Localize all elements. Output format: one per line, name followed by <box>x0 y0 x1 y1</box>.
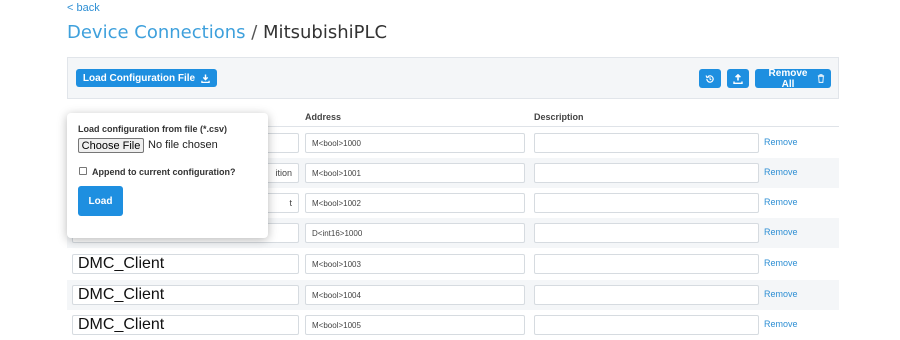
description-field[interactable] <box>534 163 759 183</box>
table-row: DMC_Client M<bool>1003 Remove <box>67 249 839 279</box>
load-configuration-popover: Load configuration from file (*.csv) Cho… <box>67 113 268 238</box>
address-field[interactable]: M<bool>1000 <box>305 133 525 153</box>
remove-row-link[interactable]: Remove <box>764 227 798 237</box>
description-field[interactable] <box>534 285 759 305</box>
download-icon <box>201 73 210 83</box>
remove-row-link[interactable]: Remove <box>764 319 798 329</box>
name-field[interactable]: DMC_Client <box>72 254 299 274</box>
append-checkbox[interactable] <box>79 167 87 175</box>
toolbar: Load Configuration File Remove All <box>67 57 839 99</box>
load-configuration-label: Load Configuration File <box>82 72 196 84</box>
description-field[interactable] <box>534 254 759 274</box>
choose-file-button[interactable]: Choose File <box>78 138 144 153</box>
description-field[interactable] <box>534 315 759 335</box>
remove-all-label: Remove All <box>768 67 808 90</box>
history-button[interactable] <box>699 69 721 88</box>
load-button[interactable]: Load <box>78 186 123 216</box>
address-field[interactable]: M<bool>1003 <box>305 254 525 274</box>
description-field[interactable] <box>534 223 759 243</box>
upload-icon <box>733 73 743 84</box>
append-checkbox-label[interactable]: Append to current configuration? <box>92 167 236 177</box>
column-header-description: Description <box>534 112 584 122</box>
load-configuration-button[interactable]: Load Configuration File <box>76 69 217 87</box>
remove-row-link[interactable]: Remove <box>764 289 798 299</box>
address-field[interactable]: M<bool>1001 <box>305 163 525 183</box>
address-field[interactable]: D<int16>1000 <box>305 223 525 243</box>
remove-all-button[interactable]: Remove All <box>755 67 831 90</box>
file-status-text: No file chosen <box>148 139 218 151</box>
table-row: DMC_Client M<bool>1004 Remove <box>67 280 839 310</box>
name-field[interactable]: DMC_Client <box>72 315 299 335</box>
remove-row-link[interactable]: Remove <box>764 167 798 177</box>
trash-icon <box>817 74 825 83</box>
device-title: MitsubishiPLC <box>263 22 388 43</box>
address-field[interactable]: M<bool>1004 <box>305 285 525 305</box>
remove-row-link[interactable]: Remove <box>764 258 798 268</box>
history-icon <box>705 74 714 83</box>
breadcrumb-separator: / <box>245 22 264 43</box>
back-link[interactable]: < back <box>67 2 100 14</box>
description-field[interactable] <box>534 193 759 213</box>
name-field[interactable]: DMC_Client <box>72 285 299 305</box>
column-header-address: Address <box>305 112 342 122</box>
remove-row-link[interactable]: Remove <box>764 197 798 207</box>
upload-button[interactable] <box>727 69 749 88</box>
address-field[interactable]: M<bool>1002 <box>305 193 525 213</box>
address-field[interactable]: M<bool>1005 <box>305 315 525 335</box>
breadcrumb-device-connections[interactable]: Device Connections <box>67 22 246 43</box>
page-title: Device Connections / MitsubishiPLC <box>67 22 387 43</box>
description-field[interactable] <box>534 133 759 153</box>
remove-row-link[interactable]: Remove <box>764 137 798 147</box>
file-input-label: Load configuration from file (*.csv) <box>78 124 228 134</box>
table-row: DMC_Client M<bool>1005 Remove <box>67 310 839 340</box>
